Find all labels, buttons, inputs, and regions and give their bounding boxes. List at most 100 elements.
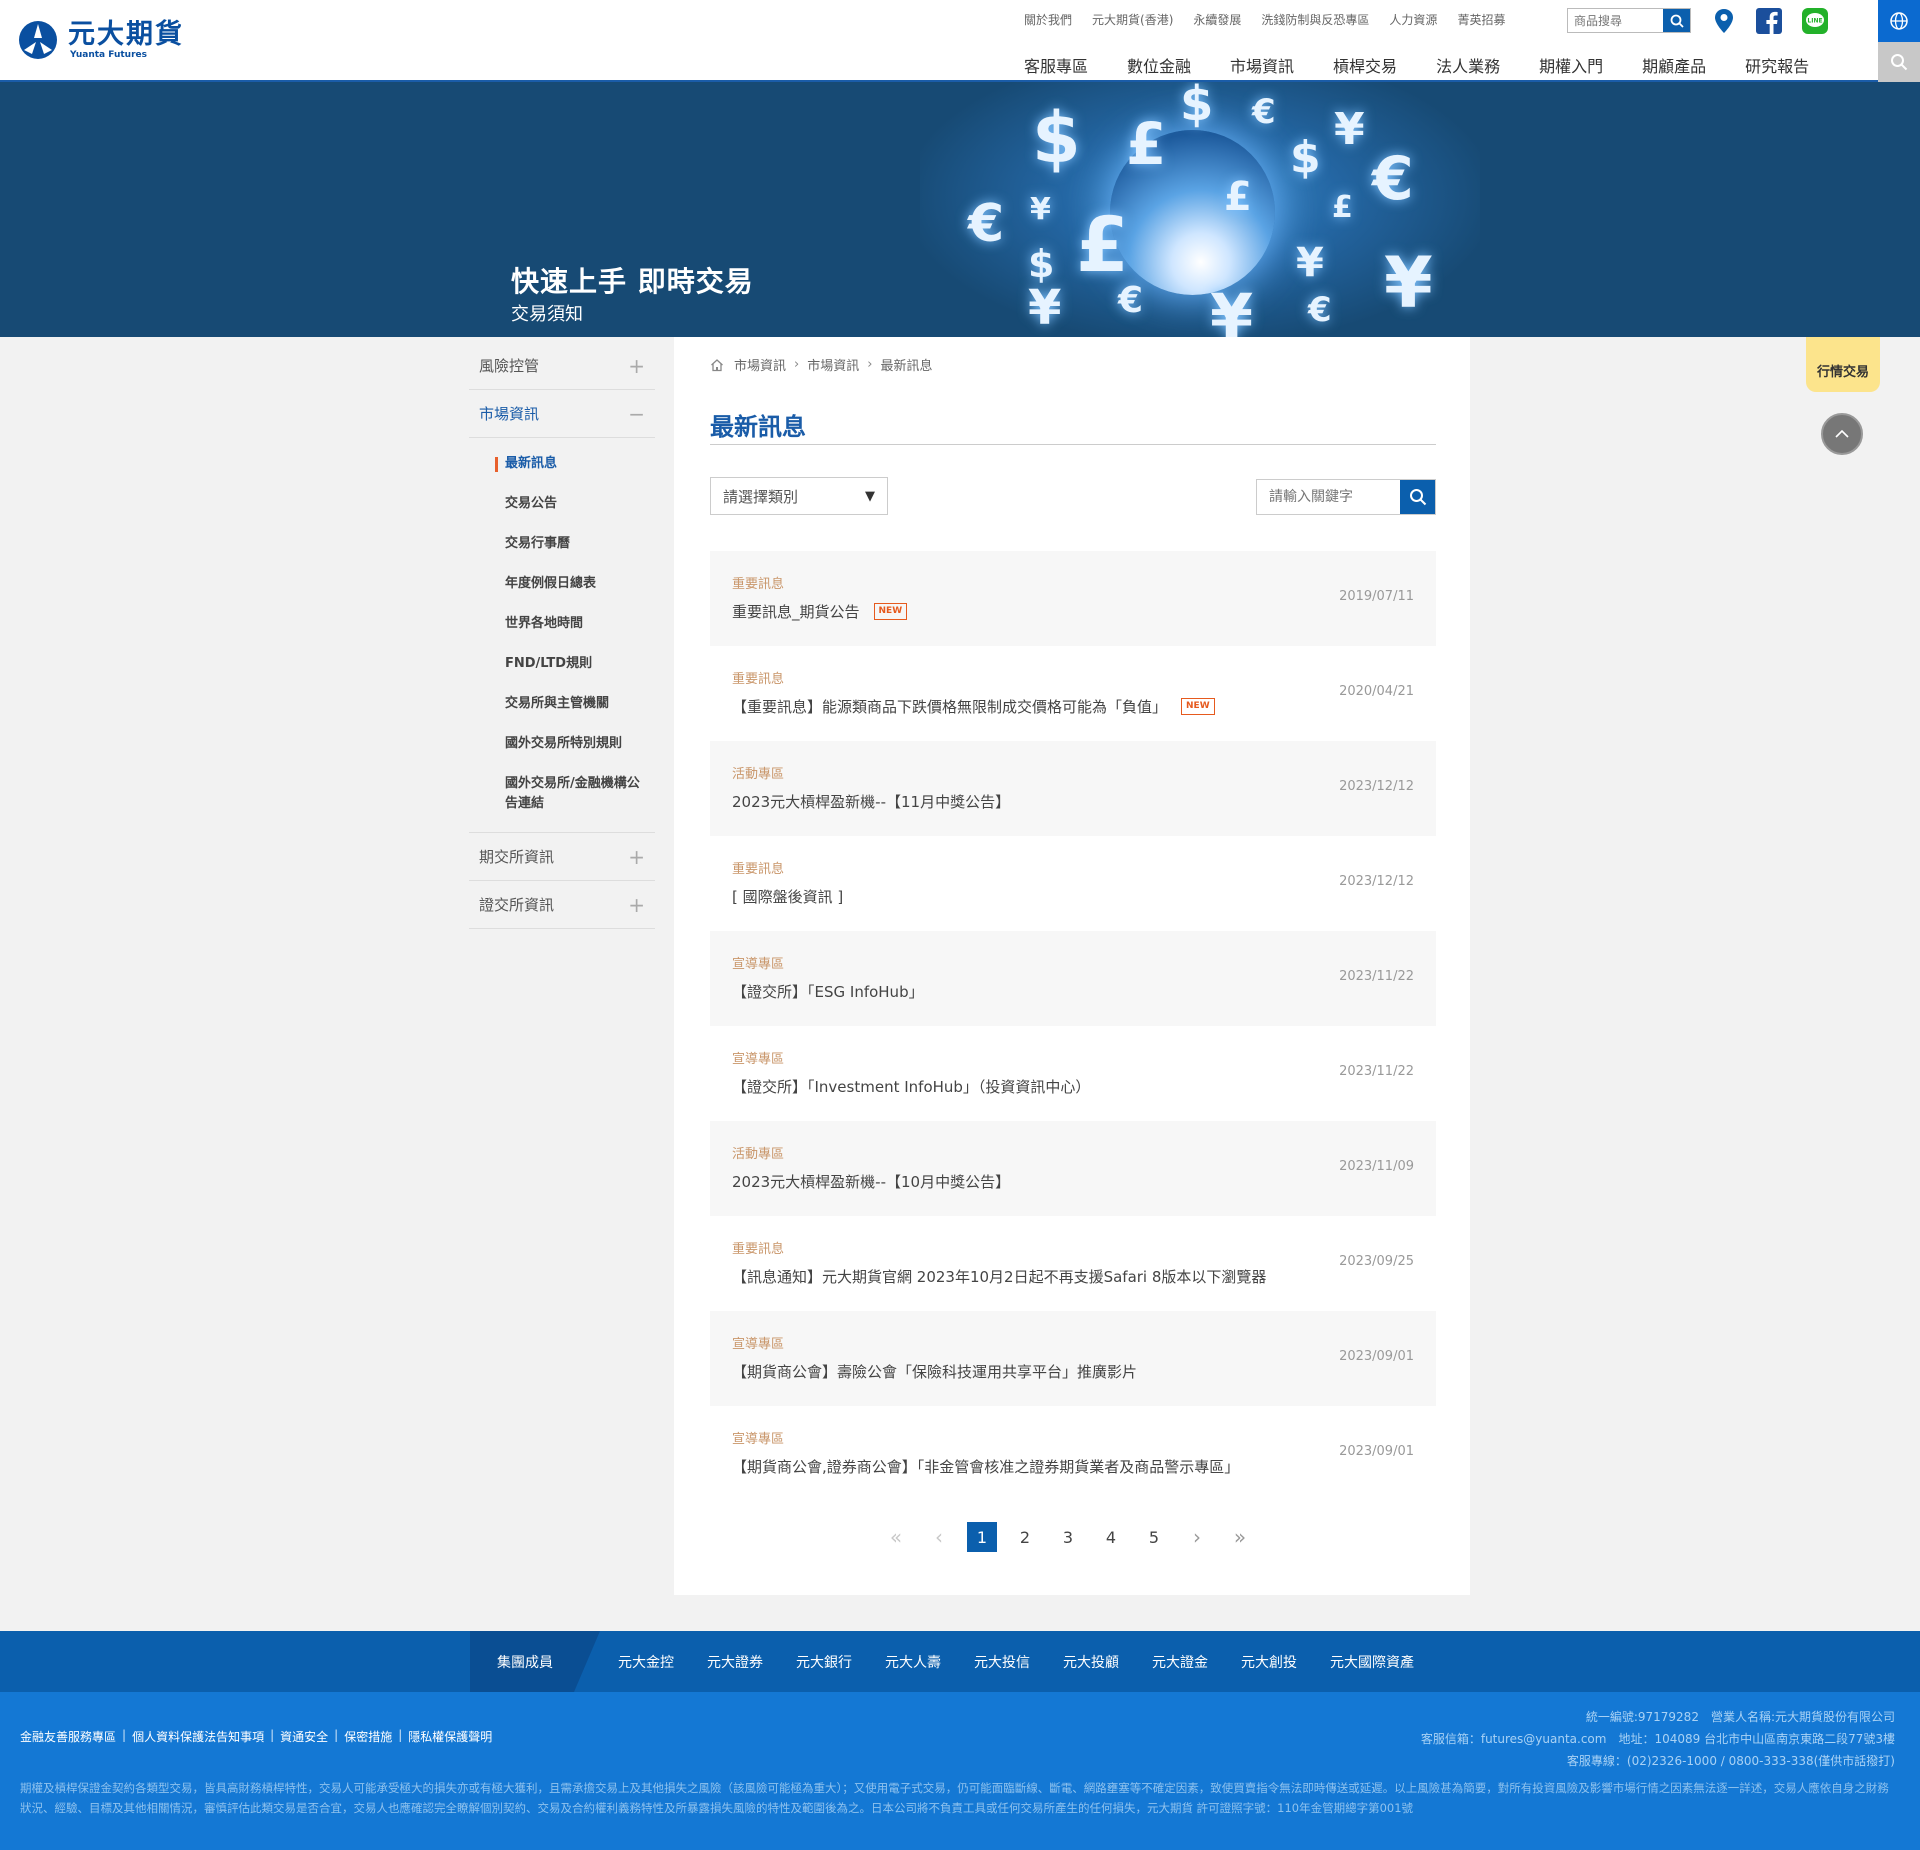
news-category: 活動專區 bbox=[732, 767, 785, 782]
sidebar-subitem-trading-calendar[interactable]: 交易行事曆 bbox=[469, 524, 655, 564]
news-title: 【訊息通知】元大期貨官網 2023年10月2日起不再支援Safari 8版本以下… bbox=[732, 1268, 1267, 1286]
news-category: 宣導專區 bbox=[732, 1432, 785, 1447]
news-date: 2023/09/25 bbox=[1339, 1254, 1414, 1269]
news-item[interactable]: 宣導專區 【證交所】「Investment InfoHub」（投資資訊中心） 2… bbox=[710, 1026, 1436, 1121]
news-title: 2023元大槓桿盈新機--【10月中獎公告】 bbox=[732, 1173, 1011, 1191]
nav-research-reports[interactable]: 研究報告 bbox=[1745, 53, 1809, 77]
sidebar-item-label: 風險控管 bbox=[479, 357, 540, 375]
group-link[interactable]: 元大創投 bbox=[1241, 1652, 1297, 1672]
line-button[interactable]: LINE bbox=[1802, 8, 1828, 34]
first-page-button[interactable]: « bbox=[881, 1522, 911, 1552]
prev-page-button[interactable]: ‹ bbox=[924, 1522, 954, 1552]
group-link[interactable]: 元大證券 bbox=[707, 1652, 763, 1672]
footer-link-financial-friendly[interactable]: 金融友善服務專區 bbox=[20, 1728, 116, 1745]
nav-advisory-products[interactable]: 期顧產品 bbox=[1642, 53, 1706, 77]
page-1-button[interactable]: 1 bbox=[967, 1522, 997, 1552]
sidebar-subitem-holiday-table[interactable]: 年度例假日總表 bbox=[469, 564, 655, 604]
group-link[interactable]: 元大證金 bbox=[1152, 1652, 1208, 1672]
news-item[interactable]: 宣導專區 【期貨商公會,證券商公會】「非金管會核准之證券期貨業者及商品警示專區」… bbox=[710, 1406, 1436, 1501]
page-4-button[interactable]: 4 bbox=[1096, 1522, 1126, 1552]
utility-link-hr[interactable]: 人力資源 bbox=[1389, 11, 1437, 28]
nav-market-info[interactable]: 市場資訊 bbox=[1230, 53, 1294, 77]
sidebar-item-risk-control[interactable]: 風險控管 + bbox=[469, 342, 655, 390]
sidebar-item-taifex-info[interactable]: 期交所資訊 + bbox=[469, 833, 655, 881]
utility-link-recruit[interactable]: 菁英招募 bbox=[1457, 11, 1505, 28]
news-category: 重要訊息 bbox=[732, 1242, 785, 1257]
keyword-search-button[interactable] bbox=[1400, 480, 1435, 514]
product-search-button[interactable] bbox=[1663, 9, 1690, 32]
group-link[interactable]: 元大投顧 bbox=[1063, 1652, 1119, 1672]
main-nav: 客服專區 數位金融 市場資訊 槓桿交易 法人業務 期權入門 期顧產品 研究報告 bbox=[1024, 53, 1848, 77]
news-category: 宣導專區 bbox=[732, 1337, 785, 1352]
brand-name-en: Yuanta Futures bbox=[70, 50, 147, 60]
sidebar-subitem-foreign-announcement-links[interactable]: 國外交易所/金融機構公告連結 bbox=[469, 764, 649, 824]
brand-logo[interactable]: 元大期貨 Yuanta Futures bbox=[18, 20, 184, 60]
keyword-input[interactable] bbox=[1257, 480, 1400, 514]
location-button[interactable] bbox=[1711, 8, 1737, 34]
sidebar-subitem-trading-announcements[interactable]: 交易公告 bbox=[469, 484, 655, 524]
site-search-button[interactable] bbox=[1878, 42, 1920, 82]
news-item[interactable]: 重要訊息 [ 國際盤後資訊 ] 2023/12/12 bbox=[710, 836, 1436, 931]
product-search-input[interactable] bbox=[1568, 9, 1663, 32]
page-5-button[interactable]: 5 bbox=[1139, 1522, 1169, 1552]
utility-link-aml[interactable]: 洗錢防制與反恐專區 bbox=[1261, 11, 1369, 28]
utility-link-hk[interactable]: 元大期貨(香港) bbox=[1092, 11, 1173, 28]
sidebar-subitem-exchanges-regulators[interactable]: 交易所與主管機關 bbox=[469, 684, 655, 724]
sidebar-item-twse-info[interactable]: 證交所資訊 + bbox=[469, 881, 655, 929]
breadcrumb-item[interactable]: 市場資訊 bbox=[734, 355, 786, 374]
nav-digital-finance[interactable]: 數位金融 bbox=[1127, 53, 1191, 77]
news-item[interactable]: 重要訊息 重要訊息_期貨公告 NEW 2019/07/11 bbox=[710, 551, 1436, 646]
footer-link-info-security[interactable]: 資通安全 bbox=[280, 1728, 328, 1745]
group-link[interactable]: 元大金控 bbox=[618, 1652, 674, 1672]
news-category: 宣導專區 bbox=[732, 1052, 785, 1067]
footer-link-privacy-policy[interactable]: 隱私權保護聲明 bbox=[408, 1728, 492, 1745]
page-2-button[interactable]: 2 bbox=[1010, 1522, 1040, 1552]
yuanta-logo-icon bbox=[19, 21, 57, 59]
home-icon[interactable] bbox=[710, 358, 724, 372]
footer-links: 金融友善服務專區 | 個人資料保護法告知事項 | 資通安全 | 保密措施 | 隱私權保護… bbox=[20, 1728, 493, 1745]
news-title: 【重要訊息】能源類商品下跌價格無限制成交價格可能為「負值」 bbox=[732, 698, 1168, 716]
dropdown-arrow-icon: ▼ bbox=[865, 488, 875, 504]
group-link[interactable]: 元大投信 bbox=[974, 1652, 1030, 1672]
utility-link-sustainability[interactable]: 永續發展 bbox=[1193, 11, 1241, 28]
breadcrumb-item[interactable]: 市場資訊 bbox=[807, 355, 859, 374]
footer-link-privacy-notice[interactable]: 個人資料保護法告知事項 bbox=[132, 1728, 264, 1745]
news-item[interactable]: 宣導專區 【證交所】「ESG InfoHub」 2023/11/22 bbox=[710, 931, 1436, 1026]
news-date: 2023/09/01 bbox=[1339, 1444, 1414, 1459]
sidebar-item-label: 市場資訊 bbox=[479, 405, 540, 423]
nav-institutional[interactable]: 法人業務 bbox=[1436, 53, 1500, 77]
quote-trading-button[interactable]: 行情交易 bbox=[1806, 337, 1880, 392]
search-icon bbox=[1891, 54, 1908, 71]
back-to-top-button[interactable] bbox=[1821, 413, 1863, 455]
news-category: 活動專區 bbox=[732, 1147, 785, 1162]
news-item[interactable]: 宣導專區 【期貨商公會】壽險公會「保險科技運用共享平台」推廣影片 2023/09… bbox=[710, 1311, 1436, 1406]
news-item[interactable]: 重要訊息 【訊息通知】元大期貨官網 2023年10月2日起不再支援Safari … bbox=[710, 1216, 1436, 1311]
breadcrumb-current: 最新訊息 bbox=[880, 359, 933, 374]
nav-options-intro[interactable]: 期權入門 bbox=[1539, 53, 1603, 77]
next-page-button[interactable]: › bbox=[1182, 1522, 1212, 1552]
news-item[interactable]: 活動專區 2023元大槓桿盈新機--【11月中獎公告】 2023/12/12 bbox=[710, 741, 1436, 836]
sidebar-subitem-latest-news[interactable]: 最新訊息 bbox=[469, 444, 655, 484]
quote-trading-label: 行情交易 bbox=[1816, 365, 1869, 380]
news-item[interactable]: 重要訊息 【重要訊息】能源類商品下跌價格無限制成交價格可能為「負值」 NEW 20… bbox=[710, 646, 1436, 741]
page-3-button[interactable]: 3 bbox=[1053, 1522, 1083, 1552]
facebook-button[interactable] bbox=[1756, 8, 1782, 34]
utility-link-about[interactable]: 關於我們 bbox=[1024, 11, 1072, 28]
category-select[interactable]: 請選擇類別 ▼ bbox=[710, 477, 888, 515]
nav-customer-service[interactable]: 客服專區 bbox=[1024, 53, 1088, 77]
banner-subtitle: 交易須知 bbox=[511, 304, 583, 325]
sidebar-item-market-info[interactable]: 市場資訊 − bbox=[469, 390, 655, 438]
news-date: 2023/12/12 bbox=[1339, 779, 1414, 794]
sidebar-subitem-fnd-ltd-rules[interactable]: FND/LTD規則 bbox=[469, 644, 655, 684]
language-button[interactable] bbox=[1878, 0, 1920, 42]
brand-name-cn: 元大期貨 bbox=[68, 19, 184, 50]
nav-leverage-trading[interactable]: 槓桿交易 bbox=[1333, 53, 1397, 77]
group-link[interactable]: 元大國際資產 bbox=[1330, 1652, 1414, 1672]
sidebar-subitem-foreign-exchange-rules[interactable]: 國外交易所特別規則 bbox=[469, 724, 655, 764]
group-link[interactable]: 元大銀行 bbox=[796, 1652, 852, 1672]
last-page-button[interactable]: » bbox=[1225, 1522, 1255, 1552]
group-link[interactable]: 元大人壽 bbox=[885, 1652, 941, 1672]
news-item[interactable]: 活動專區 2023元大槓桿盈新機--【10月中獎公告】 2023/11/09 bbox=[710, 1121, 1436, 1216]
sidebar-subitem-world-time[interactable]: 世界各地時間 bbox=[469, 604, 655, 644]
footer-link-confidentiality[interactable]: 保密措施 bbox=[344, 1728, 392, 1745]
